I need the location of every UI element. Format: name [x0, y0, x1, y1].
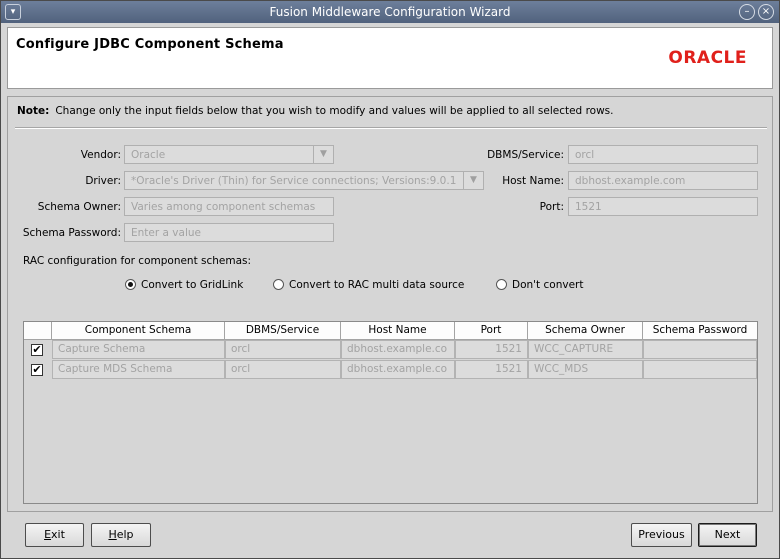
port-field[interactable]: 1521: [568, 197, 758, 216]
exit-label: xit: [51, 528, 65, 541]
column-header-host-name[interactable]: Host Name: [341, 322, 455, 340]
cell-dbms-service[interactable]: orcl: [225, 340, 341, 359]
driver-combobox[interactable]: *Oracle's Driver (Thin) for Service conn…: [124, 171, 484, 190]
help-mnemonic: H: [108, 528, 117, 541]
radio-label: Don't convert: [512, 279, 584, 291]
select-column-header[interactable]: [24, 322, 52, 340]
component-schema-table: Component Schema DBMS/Service Host Name …: [23, 321, 758, 504]
radio-convert-gridlink[interactable]: Convert to GridLink: [125, 279, 243, 291]
chevron-down-icon[interactable]: ▼: [313, 146, 333, 163]
host-name-label: Host Name:: [502, 175, 564, 187]
cell-schema-password[interactable]: [643, 340, 757, 359]
window-title: Fusion Middleware Configuration Wizard: [269, 5, 511, 19]
driver-label: Driver:: [85, 175, 121, 187]
cell-schema-password[interactable]: [643, 360, 757, 379]
minimize-icon[interactable]: –: [739, 4, 755, 20]
cell-schema-owner[interactable]: WCC_CAPTURE: [528, 340, 643, 359]
close-icon[interactable]: ×: [758, 4, 774, 20]
note-label: Note:: [17, 105, 50, 117]
next-button[interactable]: Next: [698, 523, 757, 547]
schema-password-label: Schema Password:: [22, 227, 121, 239]
oracle-logo: ORACLE: [668, 48, 747, 68]
column-header-schema-password[interactable]: Schema Password: [643, 322, 757, 340]
radio-dont-convert[interactable]: Don't convert: [496, 279, 583, 291]
exit-button[interactable]: Exit: [25, 523, 84, 547]
row-checkbox[interactable]: ✔: [31, 344, 43, 356]
port-label: Port:: [539, 201, 564, 213]
help-label: elp: [116, 528, 134, 541]
cell-component-schema[interactable]: Capture Schema: [52, 340, 225, 359]
schema-owner-field[interactable]: Varies among component schemas: [124, 197, 334, 216]
radio-unselected-icon[interactable]: [273, 279, 284, 290]
cell-host-name[interactable]: dbhost.example.co: [341, 340, 455, 359]
cell-dbms-service[interactable]: orcl: [225, 360, 341, 379]
vendor-label: Vendor:: [80, 149, 121, 161]
title-bar[interactable]: ▾ Fusion Middleware Configuration Wizard…: [1, 1, 779, 23]
note-body: Change only the input fields below that …: [55, 105, 614, 117]
schema-password-field[interactable]: Enter a value: [124, 223, 334, 242]
radio-label: Convert to GridLink: [141, 279, 244, 291]
row-checkbox[interactable]: ✔: [31, 364, 43, 376]
column-header-dbms-service[interactable]: DBMS/Service: [225, 322, 341, 340]
radio-selected-icon[interactable]: [125, 279, 136, 290]
exit-mnemonic: E: [44, 528, 52, 541]
dbms-service-label: DBMS/Service:: [487, 149, 564, 161]
cell-port[interactable]: 1521: [455, 340, 528, 359]
column-header-component-schema[interactable]: Component Schema: [52, 322, 225, 340]
page-title: Configure JDBC Component Schema: [16, 37, 284, 52]
cell-schema-owner[interactable]: WCC_MDS: [528, 360, 643, 379]
separator: [15, 127, 767, 129]
driver-value: *Oracle's Driver (Thin) for Service conn…: [131, 175, 457, 187]
cell-port[interactable]: 1521: [455, 360, 528, 379]
dbms-service-field[interactable]: orcl: [568, 145, 758, 164]
table-header: Component Schema DBMS/Service Host Name …: [24, 322, 757, 340]
schema-owner-label: Schema Owner:: [37, 201, 121, 213]
column-header-port[interactable]: Port: [455, 322, 528, 340]
vendor-combobox[interactable]: Oracle ▼: [124, 145, 334, 164]
page-header: Configure JDBC Component Schema ORACLE: [7, 27, 773, 89]
radio-label: Convert to RAC multi data source: [289, 279, 465, 291]
rac-question: RAC configuration for component schemas:: [23, 255, 252, 267]
cell-host-name[interactable]: dbhost.example.co: [341, 360, 455, 379]
vendor-value: Oracle: [131, 149, 166, 161]
wizard-window: ▾ Fusion Middleware Configuration Wizard…: [0, 0, 780, 559]
cell-component-schema[interactable]: Capture MDS Schema: [52, 360, 225, 379]
help-button[interactable]: Help: [91, 523, 151, 547]
previous-button[interactable]: Previous: [631, 523, 692, 547]
column-header-schema-owner[interactable]: Schema Owner: [528, 322, 643, 340]
radio-convert-multi-data-source[interactable]: Convert to RAC multi data source: [273, 279, 464, 291]
radio-unselected-icon[interactable]: [496, 279, 507, 290]
host-name-field[interactable]: dbhost.example.com: [568, 171, 758, 190]
note-text: Note: Change only the input fields below …: [17, 105, 613, 117]
